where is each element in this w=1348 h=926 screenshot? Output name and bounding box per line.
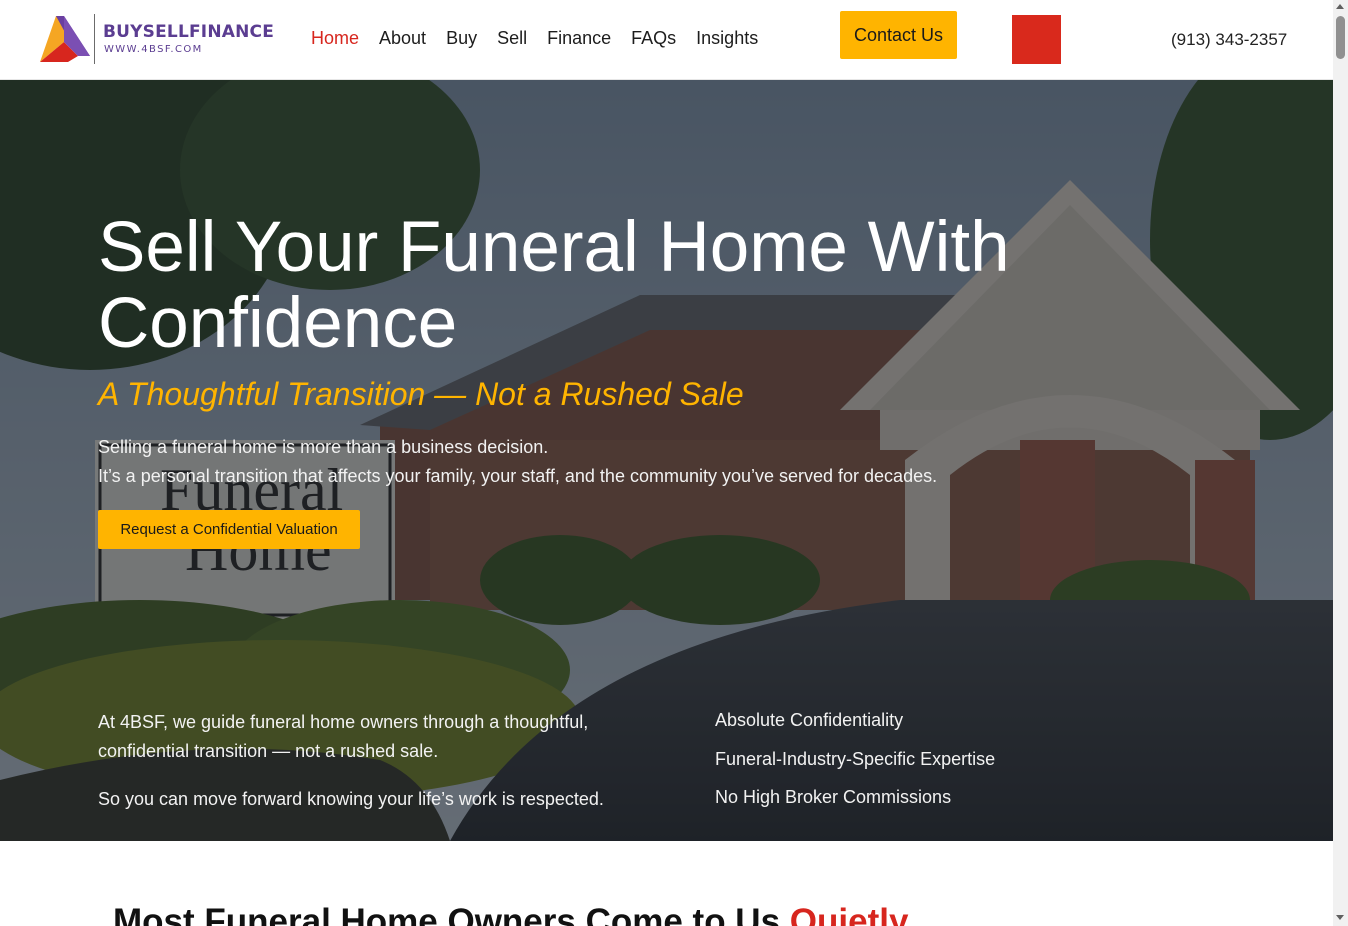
hero-paragraph-1: Selling a funeral home is more than a bu… [98, 437, 549, 457]
nav-item-faqs[interactable]: FAQs [631, 28, 676, 49]
site-header: BUYSELLFINANCE WWW.4BSF.COM Home About B… [0, 0, 1333, 80]
scroll-thumb[interactable] [1336, 16, 1345, 59]
hero-paragraph-2: It’s a personal transition that affects … [98, 466, 938, 486]
section-title: Most Funeral Home Owners Come to Us Quie… [113, 902, 908, 926]
nav-item-finance[interactable]: Finance [547, 28, 611, 49]
logo-divider [94, 14, 95, 64]
nav-item-buy[interactable]: Buy [446, 28, 477, 49]
section-title-main: Most Funeral Home Owners Come to Us [113, 902, 790, 926]
logo-name[interactable]: BUYSELLFINANCE [103, 22, 274, 42]
hero-subtitle: A Thoughtful Transition — Not a Rushed S… [98, 376, 744, 412]
red-square-button[interactable] [1012, 15, 1061, 64]
site-logo[interactable] [38, 12, 94, 66]
feature-expertise: Funeral-Industry-Specific Expertise [715, 749, 996, 769]
scroll-down-icon[interactable] [1336, 915, 1344, 920]
request-valuation-button[interactable]: Request a Confidential Valuation [98, 510, 360, 549]
feature-confidentiality: Absolute Confidentiality [715, 710, 904, 730]
main-nav: Home About Buy Sell Finance FAQs Insight… [311, 28, 778, 49]
hero-left-text-2: So you can move forward knowing your lif… [98, 789, 604, 809]
hero-left-text-1: At 4BSF, we guide funeral home owners th… [98, 712, 589, 761]
page-scrollbar[interactable] [1333, 0, 1348, 926]
feature-no-commissions: No High Broker Commissions [715, 787, 952, 807]
hero-left-text: At 4BSF, we guide funeral home owners th… [98, 708, 638, 814]
phone-number[interactable]: (913) 343-2357 [1171, 30, 1287, 50]
nav-item-about[interactable]: About [379, 28, 426, 49]
scroll-up-icon[interactable] [1336, 4, 1344, 9]
logo-url: WWW.4BSF.COM [104, 44, 203, 55]
nav-item-insights[interactable]: Insights [696, 28, 758, 49]
hero-title-line2: Confidence [98, 284, 458, 363]
contact-us-button[interactable]: Contact Us [840, 11, 957, 59]
section-title-accent: Quietly [789, 902, 909, 926]
hero-title-line1: Sell Your Funeral Home With [98, 208, 1010, 287]
triangle-logo-icon [40, 16, 90, 62]
nav-item-sell[interactable]: Sell [497, 28, 527, 49]
hero-title: Sell Your Funeral Home With Confidence [98, 210, 1198, 362]
hero-section: Funeral Home Sell Your Funeral Home With… [0, 80, 1333, 841]
nav-item-home[interactable]: Home [311, 28, 359, 49]
